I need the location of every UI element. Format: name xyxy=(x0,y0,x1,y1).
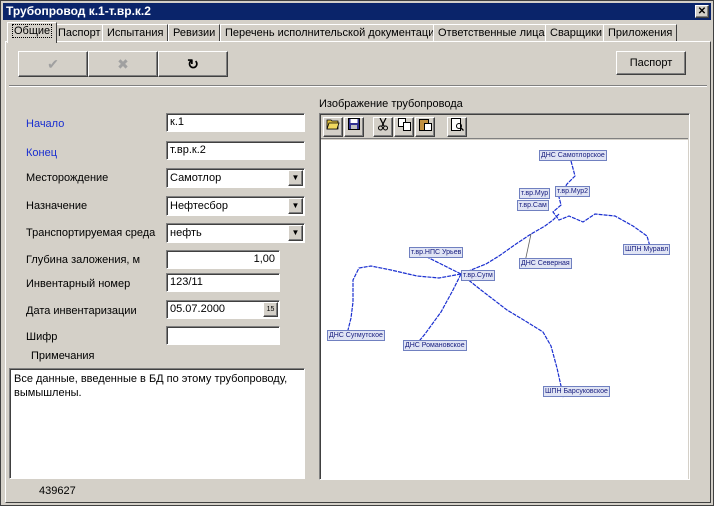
map-node[interactable]: ДНС Романовское xyxy=(403,340,467,351)
paste-icon[interactable] xyxy=(415,117,435,137)
tab-tests[interactable]: Испытания xyxy=(102,24,169,42)
separator xyxy=(9,85,707,87)
field-select-value: Самотлор xyxy=(170,172,222,184)
start-label: Начало xyxy=(26,118,65,130)
notes-textarea[interactable]: Все данные, введенные в БД по этому труб… xyxy=(9,368,305,479)
medium-label: Транспортируемая среда xyxy=(26,227,156,239)
code-label: Шифр xyxy=(26,331,58,343)
depth-label: Глубина заложения, м xyxy=(26,254,141,266)
tab-general[interactable]: Общие xyxy=(7,22,58,43)
image-frame: ДНС Самотлорское т.вр.Мур т.вр.Сам т.вр.… xyxy=(319,113,690,480)
tab-attachments[interactable]: Приложения xyxy=(603,24,678,42)
start-field[interactable]: к.1 xyxy=(166,113,305,132)
cancel-button[interactable]: ✖ xyxy=(88,51,158,77)
preview-icon[interactable] xyxy=(447,117,467,137)
calendar-icon[interactable]: 15 xyxy=(263,302,278,317)
purpose-label: Назначение xyxy=(26,200,88,212)
map-node[interactable]: ДНС Самотлорское xyxy=(539,150,607,161)
medium-select[interactable]: нефть ▼ xyxy=(166,223,305,243)
end-label: Конец xyxy=(26,147,58,159)
date-label: Дата инвентаризации xyxy=(26,305,137,317)
map-node[interactable]: ДНС Сугмутское xyxy=(327,330,385,341)
tab-welders[interactable]: Сварщики xyxy=(545,24,608,42)
map-node[interactable]: т.вр.НПС Урьев xyxy=(409,247,464,258)
tab-passport[interactable]: Паспорт xyxy=(53,24,106,42)
field-select[interactable]: Самотлор ▼ xyxy=(166,168,305,188)
window-title: Трубопровод к.1-т.вр.к.2 xyxy=(6,4,151,18)
chevron-down-icon[interactable]: ▼ xyxy=(288,170,303,186)
notes-label: Примечания xyxy=(31,350,95,362)
copy-icon[interactable] xyxy=(394,117,414,137)
date-value: 05.07.2000 xyxy=(170,303,226,315)
tab-responsible[interactable]: Ответственные лица xyxy=(433,24,550,42)
map-node[interactable]: ШПН Барсуковское xyxy=(543,386,610,397)
map-node[interactable]: ДНС Северная xyxy=(519,258,572,269)
inventory-field[interactable]: 123/11 xyxy=(166,273,280,292)
tab-documentation[interactable]: Перечень исполнительской документации xyxy=(220,24,446,42)
image-toolbar xyxy=(321,115,688,139)
cut-icon[interactable] xyxy=(373,117,393,137)
confirm-button[interactable]: ✔ xyxy=(18,51,88,77)
refresh-button[interactable]: ↻ xyxy=(158,51,228,77)
map-node[interactable]: ШПН Муравл xyxy=(623,244,671,255)
close-button[interactable]: ✕ xyxy=(695,5,709,18)
title-bar[interactable]: Трубопровод к.1-т.вр.к.2 ✕ xyxy=(3,3,711,20)
purpose-select[interactable]: Нефтесбор ▼ xyxy=(166,196,305,216)
map-node[interactable]: т.вр.Сугм xyxy=(461,270,495,281)
tab-revisions[interactable]: Ревизии xyxy=(168,24,221,42)
pipeline-diagram[interactable]: ДНС Самотлорское т.вр.Мур т.вр.Сам т.вр.… xyxy=(321,140,688,479)
pipeline-lines xyxy=(342,160,652,399)
open-folder-icon[interactable] xyxy=(323,117,343,137)
code-field[interactable] xyxy=(166,326,280,345)
tab-label: Общие xyxy=(12,24,53,38)
passport-button[interactable]: Паспорт xyxy=(616,51,686,75)
chevron-down-icon[interactable]: ▼ xyxy=(288,198,303,214)
date-field[interactable]: 05.07.2000 15 xyxy=(166,300,280,319)
dialog-window: Трубопровод к.1-т.вр.к.2 ✕ Общие Паспорт… xyxy=(0,0,714,506)
purpose-select-value: Нефтесбор xyxy=(170,200,228,212)
end-field[interactable]: т.вр.к.2 xyxy=(166,141,305,160)
field-label: Месторождение xyxy=(26,172,109,184)
image-title: Изображение трубопровода xyxy=(319,98,463,110)
tab-strip: Общие Паспорт Испытания Ревизии Перечень… xyxy=(5,22,709,43)
depth-field[interactable]: 1,00 xyxy=(166,250,280,269)
record-toolbar: ✔ ✖ ↻ Паспорт xyxy=(15,48,705,80)
map-node[interactable]: т.вр.Сам xyxy=(517,200,549,211)
save-icon[interactable] xyxy=(344,117,364,137)
record-id: 439627 xyxy=(39,485,76,497)
map-node[interactable]: т.вр.Мур2 xyxy=(555,186,591,197)
medium-select-value: нефть xyxy=(170,227,202,239)
chevron-down-icon[interactable]: ▼ xyxy=(288,225,303,241)
map-node[interactable]: т.вр.Мур xyxy=(519,188,551,199)
inventory-label: Инвентарный номер xyxy=(26,278,131,290)
